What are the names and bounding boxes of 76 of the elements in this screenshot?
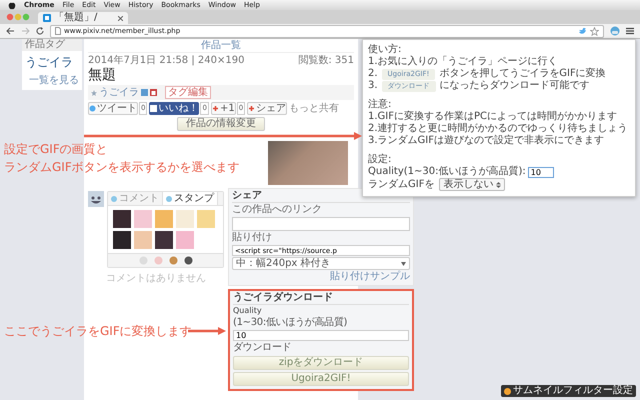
share-button[interactable]: いいね！ [149,102,200,115]
random-gif-dropdown[interactable]: 表示しない [439,178,506,191]
step-text: 1.お気に入りの「うごイラ」ページに行く [368,56,559,68]
sticker-image[interactable] [197,210,215,228]
speech-bubble-icon [111,196,117,202]
bird-icon [89,105,96,112]
circle-icon [166,196,172,202]
step-number: 2. [368,68,378,80]
tag-link[interactable]: うごイラ [22,51,82,72]
field-label: ダウンロード [233,342,292,354]
sticker-image[interactable] [155,210,173,228]
field-label: ランダムGIFを [368,178,434,190]
sticker-image[interactable] [155,231,173,249]
reload-icon[interactable] [36,27,44,35]
field-label: この作品へのリンク [232,204,323,216]
bird-icon[interactable] [578,27,587,35]
works-list-link[interactable]: 作品一覧 [201,40,241,52]
share-button[interactable]: シェア [247,102,288,115]
star-icon [91,90,97,96]
sticker-image[interactable] [176,231,194,249]
browser-tab[interactable]: 「無題」/ [38,12,128,24]
forward-icon[interactable] [21,27,30,35]
avatar-icon [88,191,104,207]
quality-field[interactable]: 10 [528,166,554,178]
panel-heading: うごイラダウンロード [233,292,409,305]
note-text: 3.ランダムGIFは遊びなので設定で非表示にできます [368,135,605,147]
caret-icon [496,182,502,188]
close-icon[interactable] [118,16,123,20]
field-label: Quality [233,306,263,316]
section-heading: 設定: [368,154,392,166]
step-text: ボタンを押してうごイラをGIFに変換 [439,68,606,80]
view-all-link[interactable]: 一覧を見る [22,72,82,90]
note-text: 2.連打すると更に時間がかかるのでゆっくり待ちましょう [368,123,629,134]
size-dropdown[interactable]: 中：幅240px 枠付き [232,257,410,270]
work-title: 無題 [88,67,117,84]
field-label: Quality(1~30:低いほうが高品質): [368,166,526,178]
panel-heading: 作品タグ [22,39,82,51]
caret-icon [401,262,406,266]
share-button[interactable]: ツイート [88,102,138,115]
step-number: 3. [368,80,378,92]
back-icon[interactable] [6,27,15,35]
section-heading: 使い方: [368,44,402,56]
sticker-image[interactable] [113,210,131,228]
tag-edit-button[interactable]: タグ編集 [165,86,211,99]
filter-settings-button[interactable]: サムネイルフィルター設定 [501,385,636,397]
step-text: になったらダウンロード可能です [440,80,590,92]
no-comments-text: コメントはありません [105,273,207,285]
logo-icon[interactable] [8,0,16,10]
work-meta: 2014年7月1日 21:58 | 240×190 [88,55,244,67]
more-share-link[interactable]: もっと共有 [289,102,340,114]
annotation-text: ここでうごイラをGIFに変換します [4,323,192,340]
edit-info-button[interactable]: 作品の情報変更 [177,117,265,131]
annotation-text: ランダムGIFボタンを表示するかを選べます [4,159,240,176]
link-field[interactable] [232,217,410,231]
plus-icon [248,105,256,112]
field-hint: (1~30:低いほうが高品質) [233,317,348,329]
view-count: 閲覧数: 351 [298,55,354,67]
comment-tab[interactable]: スタンプ [162,192,218,205]
sticker-image[interactable] [134,210,152,228]
annotation-text: 設定でGIFの画質と [4,141,109,158]
note-text: 1.GIFに変換する作業はPCによっては時間がかかります [368,111,618,122]
sticker-image[interactable] [134,231,152,249]
quality-field[interactable]: 10 [233,330,409,341]
sticker-image[interactable] [176,210,194,228]
plus-icon [212,105,219,112]
extension-icon[interactable] [610,26,620,36]
share-button[interactable]: +1 [210,102,236,115]
section-heading: 注意: [368,99,392,111]
menu-icon[interactable] [626,27,634,35]
field-label: 貼り付け [232,232,273,244]
page-icon [55,27,61,35]
favicon-icon [43,14,51,22]
square-icon [150,105,158,112]
circle-icon [504,388,511,394]
sticker-image[interactable] [113,231,131,249]
star-icon[interactable] [590,26,599,36]
